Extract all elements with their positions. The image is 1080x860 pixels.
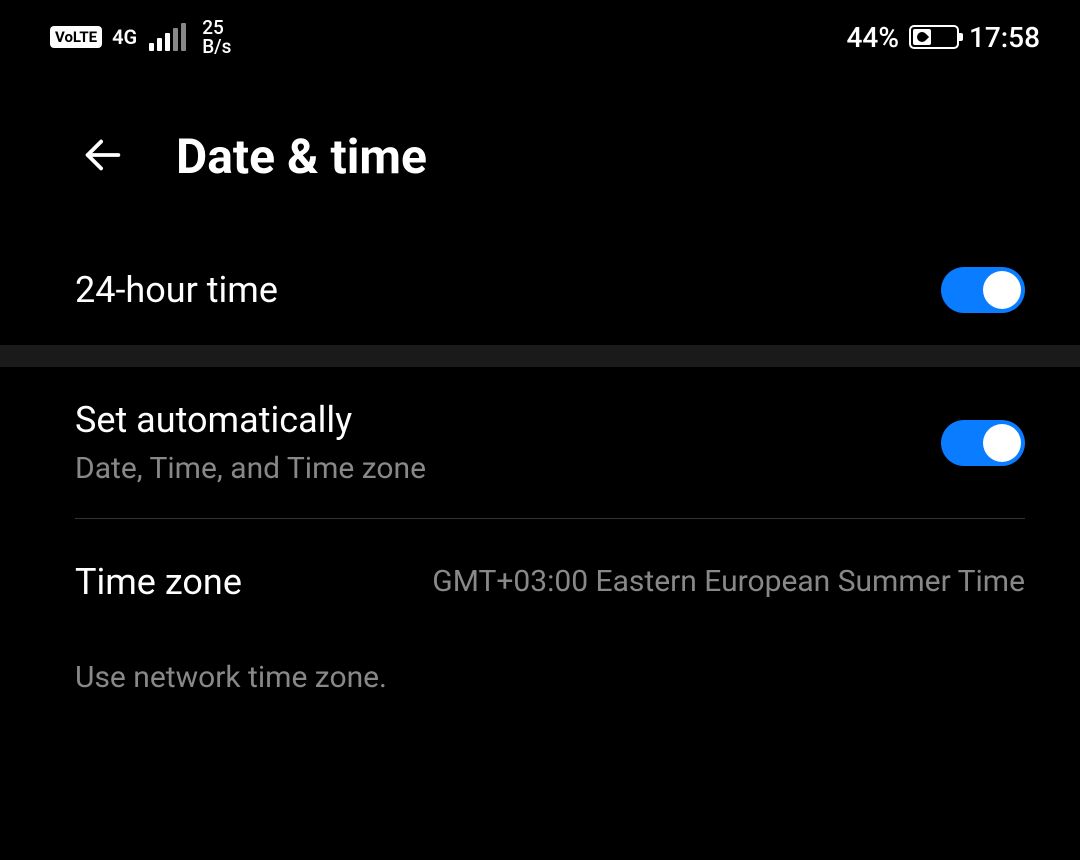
volte-badge: VoLTE bbox=[50, 26, 102, 48]
section-divider bbox=[0, 345, 1080, 367]
setting-label: Time zone bbox=[75, 561, 242, 603]
timezone-value: GMT+03:00 Eastern European Summer Time bbox=[432, 559, 1025, 604]
clock-time: 17:58 bbox=[969, 21, 1040, 54]
toggle-set-automatically[interactable] bbox=[941, 420, 1025, 466]
network-type-label: 4G bbox=[112, 27, 137, 47]
signal-bars-icon bbox=[149, 23, 186, 51]
status-bar: VoLTE 4G 25 B/s 44% 17:58 bbox=[0, 0, 1080, 68]
status-left: VoLTE 4G 25 B/s bbox=[50, 18, 231, 56]
speed-unit: B/s bbox=[202, 37, 231, 56]
setting-label: Set automatically bbox=[75, 399, 426, 441]
setting-time-zone[interactable]: Time zone GMT+03:00 Eastern European Sum… bbox=[0, 519, 1080, 644]
setting-sublabel: Date, Time, and Time zone bbox=[75, 451, 426, 486]
setting-label: 24-hour time bbox=[75, 269, 278, 311]
page-title: Date & time bbox=[176, 128, 427, 185]
battery-icon bbox=[909, 25, 959, 49]
page-header: Date & time bbox=[0, 68, 1080, 235]
leaf-icon bbox=[915, 30, 929, 44]
toggle-24-hour-time[interactable] bbox=[941, 267, 1025, 313]
footer-hint: Use network time zone. bbox=[0, 644, 1080, 695]
setting-24-hour-time[interactable]: 24-hour time bbox=[0, 235, 1080, 345]
settings-list: 24-hour time Set automatically Date, Tim… bbox=[0, 235, 1080, 695]
setting-set-automatically[interactable]: Set automatically Date, Time, and Time z… bbox=[0, 367, 1080, 518]
signal-wrapper: 4G bbox=[112, 27, 139, 47]
status-right: 44% 17:58 bbox=[847, 21, 1041, 54]
speed-indicator: 25 B/s bbox=[202, 18, 231, 56]
battery-percent: 44% bbox=[847, 21, 899, 54]
back-arrow-icon[interactable] bbox=[80, 132, 126, 182]
